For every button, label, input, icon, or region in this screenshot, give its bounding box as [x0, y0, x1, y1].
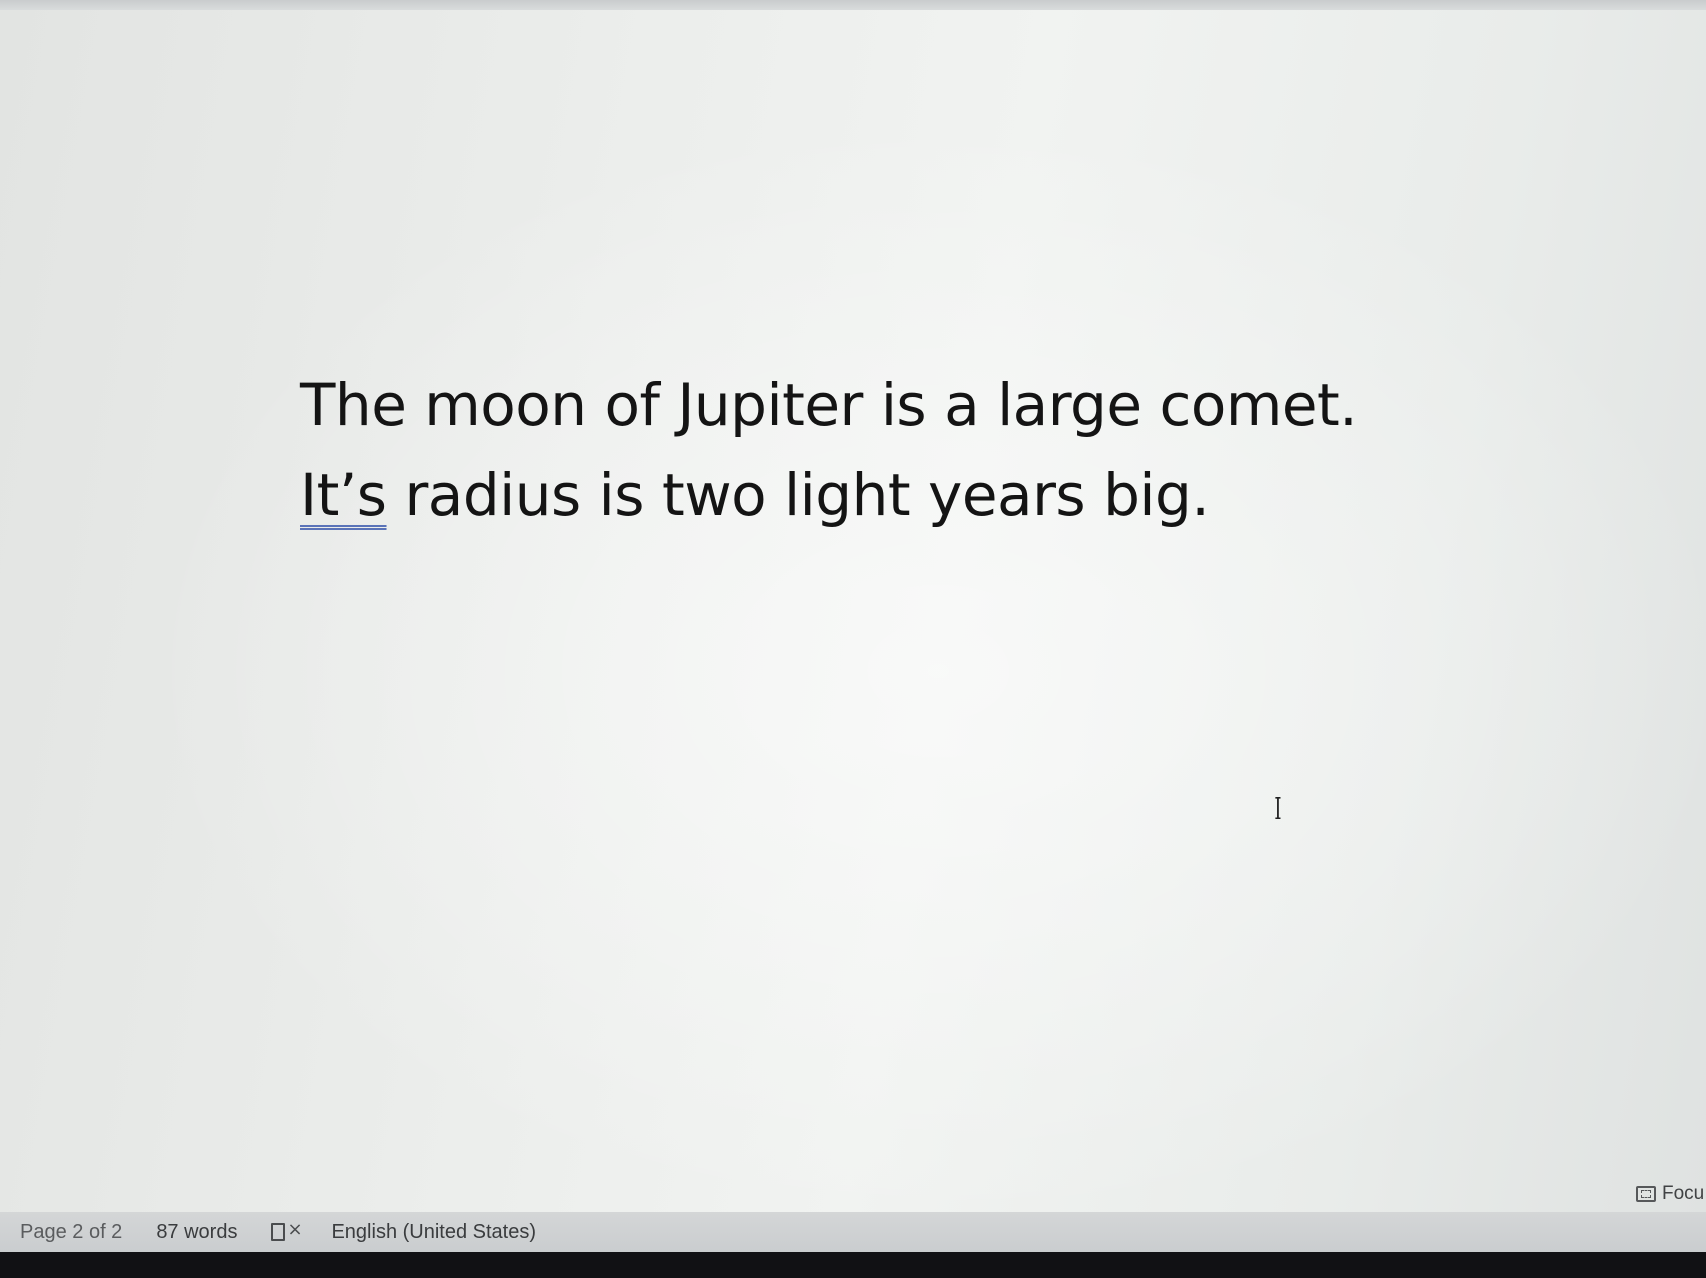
document-line-2-rest: radius is two light years big. — [386, 461, 1210, 529]
document-line-1[interactable]: The moon of Jupiter is a large comet. — [300, 360, 1500, 450]
status-bar: Page 2 of 2 87 words × English (United S… — [0, 1212, 1706, 1252]
document-body[interactable]: The moon of Jupiter is a large comet. It… — [300, 360, 1500, 540]
word-count-indicator[interactable]: 87 words — [156, 1221, 237, 1244]
screen: The moon of Jupiter is a large comet. It… — [0, 0, 1706, 1278]
spelling-flagged-word[interactable]: It’s — [300, 461, 387, 529]
document-line-2[interactable]: It’s radius is two light years big. — [300, 450, 1500, 540]
screen-bezel-bottom — [0, 1252, 1706, 1278]
focus-mode-icon — [1636, 1186, 1656, 1202]
proofing-error-icon[interactable]: × — [271, 1219, 303, 1243]
language-indicator[interactable]: English (United States) — [331, 1221, 536, 1244]
page-count-indicator[interactable]: Page 2 of 2 — [20, 1221, 122, 1244]
document-canvas[interactable]: The moon of Jupiter is a large comet. It… — [0, 10, 1706, 1212]
proofing-book-shape — [271, 1223, 286, 1241]
focus-mode-label: Focu — [1662, 1183, 1705, 1204]
i-beam-cursor-icon: I — [1274, 792, 1282, 827]
proofing-x-mark: × — [287, 1219, 303, 1240]
focus-mode-button[interactable]: Focu — [1636, 1182, 1704, 1206]
